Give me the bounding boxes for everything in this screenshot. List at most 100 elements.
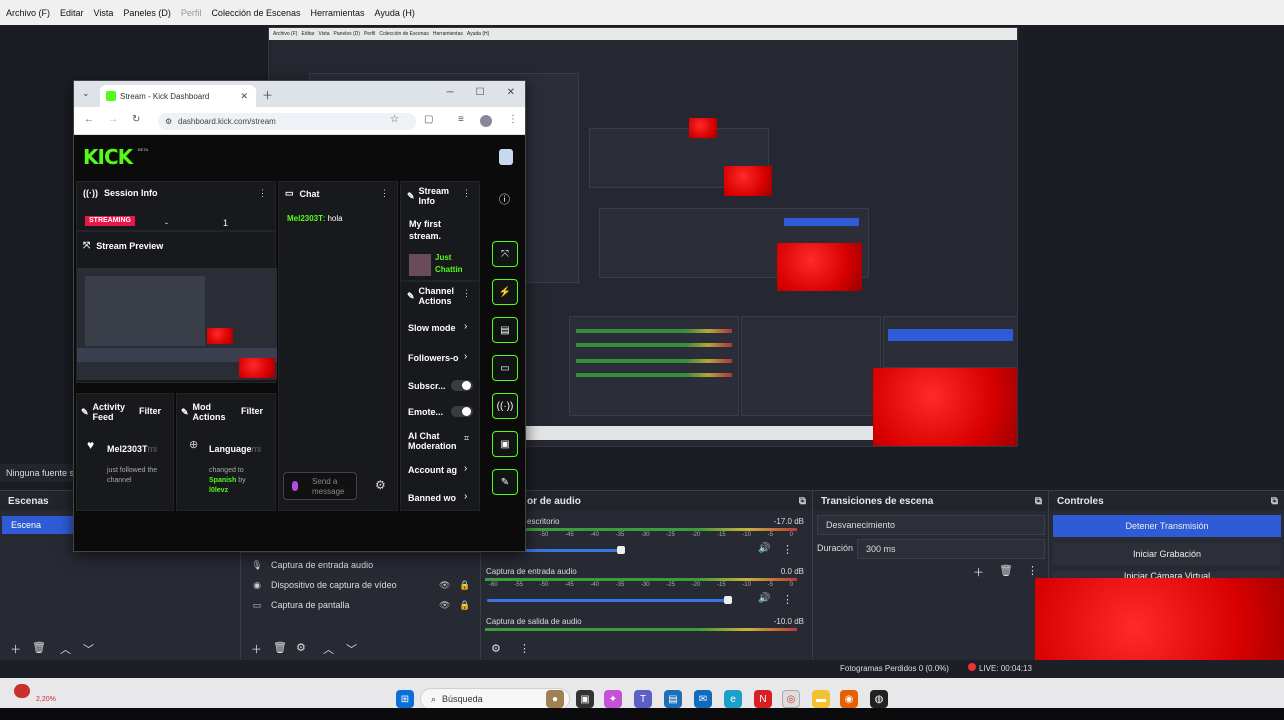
menu-paneles[interactable]: Paneles (D) bbox=[123, 8, 171, 18]
rail-wrench-icon[interactable]: ✎ bbox=[492, 469, 518, 495]
profile-avatar[interactable] bbox=[480, 115, 492, 127]
volume-knob[interactable] bbox=[617, 546, 625, 554]
chrome-menu-icon[interactable]: ⋮ bbox=[508, 114, 518, 125]
chart-icon[interactable]: ⌗ bbox=[464, 433, 469, 444]
info-icon[interactable]: ⓘ bbox=[499, 191, 510, 207]
obs-icon[interactable]: ◍ bbox=[870, 690, 888, 708]
weather-icon[interactable] bbox=[14, 684, 30, 698]
chat-input[interactable]: Send a message bbox=[283, 472, 357, 500]
eye-icon[interactable]: 👁 bbox=[439, 580, 450, 591]
rail-chat-icon[interactable]: ▭ bbox=[492, 355, 518, 381]
kebab-menu-icon[interactable]: ⋮ bbox=[1027, 564, 1038, 577]
copilot-icon[interactable]: ✦ bbox=[604, 690, 622, 708]
maximize-icon[interactable]: ☐ bbox=[476, 87, 485, 98]
folder-icon[interactable]: ▬ bbox=[812, 690, 830, 708]
chat-settings-icon[interactable]: ⚙ bbox=[375, 478, 386, 492]
chat-username[interactable]: Mel2303T bbox=[287, 214, 323, 223]
subscribers-toggle[interactable] bbox=[451, 380, 473, 391]
add-source-icon[interactable]: ＋ bbox=[251, 641, 262, 657]
windows-start-icon[interactable]: ⊞ bbox=[396, 690, 414, 708]
eye-icon[interactable]: 👁 bbox=[439, 600, 450, 611]
rail-broadcast-icon[interactable]: ((·)) bbox=[492, 393, 518, 419]
edge-icon[interactable]: e bbox=[724, 690, 742, 708]
kebab-menu-icon[interactable]: ⋮ bbox=[380, 188, 389, 199]
action-account-age[interactable]: Account ag bbox=[408, 465, 457, 475]
mod-filter-button[interactable]: Filter bbox=[241, 406, 263, 416]
chevron-right-icon[interactable]: › bbox=[464, 351, 467, 362]
trash-icon[interactable]: 🗑 bbox=[273, 641, 287, 654]
minimize-icon[interactable]: ─ bbox=[447, 87, 454, 98]
rail-lightning-icon[interactable]: ⚡ bbox=[492, 279, 518, 305]
action-slow-mode[interactable]: Slow mode bbox=[408, 323, 456, 333]
teams-icon[interactable]: T bbox=[634, 690, 652, 708]
popout-icon[interactable]: ⧉ bbox=[799, 496, 806, 507]
mail-icon[interactable]: ✉ bbox=[694, 690, 712, 708]
user-avatar[interactable] bbox=[499, 149, 513, 165]
url-field[interactable]: ⚙ dashboard.kick.com/stream bbox=[158, 113, 416, 130]
add-transition-icon[interactable]: ＋ bbox=[973, 564, 984, 580]
extensions-icon[interactable]: ▢ bbox=[424, 114, 433, 125]
stop-stream-button[interactable]: Detener Transmisión bbox=[1053, 515, 1281, 537]
kebab-menu-icon[interactable]: ⋮ bbox=[782, 593, 793, 606]
action-followers[interactable]: Followers-o bbox=[408, 353, 459, 363]
site-info-icon[interactable]: ⚙ bbox=[165, 113, 172, 130]
action-ai-moderation[interactable]: AI Chat Moderation bbox=[408, 431, 458, 451]
reload-icon[interactable]: ↻ bbox=[132, 114, 140, 125]
chevron-right-icon[interactable]: › bbox=[464, 491, 467, 502]
lock-icon[interactable]: 🔒 bbox=[459, 580, 470, 591]
close-tab-icon[interactable]: ✕ bbox=[240, 91, 248, 102]
activity-username[interactable]: Mel2303Tmi bbox=[107, 444, 157, 454]
close-window-icon[interactable]: ✕ bbox=[507, 87, 515, 98]
source-row[interactable]: ◉ Dispositivo de captura de vídeo 👁 🔒 bbox=[241, 575, 481, 595]
action-subscribers[interactable]: Subscr... bbox=[408, 381, 446, 391]
preview-thumbnail[interactable] bbox=[77, 268, 277, 380]
tab-search-icon[interactable]: ⌄ bbox=[82, 88, 90, 99]
source-row[interactable]: 🎙 Captura de entrada audio bbox=[241, 555, 481, 575]
chevron-down-icon[interactable]: ﹀ bbox=[346, 641, 357, 657]
menu-herramientas[interactable]: Herramientas bbox=[311, 8, 365, 18]
volume-slider[interactable] bbox=[487, 599, 728, 602]
store-icon[interactable]: ▤ bbox=[664, 690, 682, 708]
rail-preview-icon[interactable]: ⤧ bbox=[492, 241, 518, 267]
speaker-icon[interactable]: 🔊 bbox=[758, 543, 770, 554]
media-icon[interactable]: ≡ bbox=[458, 114, 464, 125]
back-icon[interactable]: ← bbox=[84, 114, 94, 125]
emote-icon[interactable] bbox=[292, 481, 298, 491]
menu-vista[interactable]: Vista bbox=[94, 8, 114, 18]
menu-perfil[interactable]: Perfil bbox=[181, 8, 202, 18]
chevron-down-icon[interactable]: ﹀ bbox=[83, 641, 94, 657]
popout-icon[interactable]: ⧉ bbox=[1271, 496, 1278, 507]
kick-logo[interactable]: KICK bbox=[83, 145, 133, 169]
kebab-menu-icon[interactable]: ⋮ bbox=[462, 188, 471, 199]
netflix-icon[interactable]: N bbox=[754, 690, 772, 708]
action-emotes[interactable]: Emote... bbox=[408, 407, 443, 417]
add-scene-icon[interactable]: ＋ bbox=[10, 641, 21, 657]
trash-icon[interactable]: 🗑 bbox=[32, 641, 46, 654]
chevron-right-icon[interactable]: › bbox=[464, 321, 467, 332]
chevron-up-icon[interactable]: ︿ bbox=[60, 641, 71, 657]
rail-clipboard-icon[interactable]: ▣ bbox=[492, 431, 518, 457]
chrome-icon[interactable]: ◎ bbox=[782, 690, 800, 708]
action-banned-words[interactable]: Banned wo bbox=[408, 493, 456, 503]
menu-editar[interactable]: Editar bbox=[60, 8, 84, 18]
kebab-menu-icon[interactable]: ⋮ bbox=[462, 288, 471, 299]
menu-coleccion[interactable]: Colección de Escenas bbox=[211, 8, 300, 18]
speaker-icon[interactable]: 🔊 bbox=[758, 593, 770, 604]
gear-icon[interactable]: ⚙ bbox=[491, 642, 501, 655]
firefox-icon[interactable]: ◉ bbox=[840, 690, 858, 708]
new-tab-icon[interactable]: ＋ bbox=[262, 87, 273, 103]
kebab-menu-icon[interactable]: ⋮ bbox=[258, 188, 267, 199]
volume-knob[interactable] bbox=[724, 596, 732, 604]
popout-icon[interactable]: ⧉ bbox=[1035, 496, 1042, 507]
trash-icon[interactable]: 🗑 bbox=[999, 564, 1013, 577]
kebab-menu-icon[interactable]: ⋮ bbox=[519, 642, 530, 655]
kebab-menu-icon[interactable]: ⋮ bbox=[782, 543, 793, 556]
gear-icon[interactable]: ⚙ bbox=[296, 641, 306, 654]
menu-archivo[interactable]: Archivo (F) bbox=[6, 8, 50, 18]
duration-input[interactable]: 300 ms bbox=[857, 539, 1045, 559]
activity-filter-button[interactable]: Filter bbox=[139, 406, 161, 416]
emotes-toggle[interactable] bbox=[451, 406, 473, 417]
rail-notes-icon[interactable]: ▤ bbox=[492, 317, 518, 343]
bookmark-star-icon[interactable]: ☆ bbox=[390, 114, 399, 125]
start-record-button[interactable]: Iniciar Grabación bbox=[1053, 543, 1281, 565]
